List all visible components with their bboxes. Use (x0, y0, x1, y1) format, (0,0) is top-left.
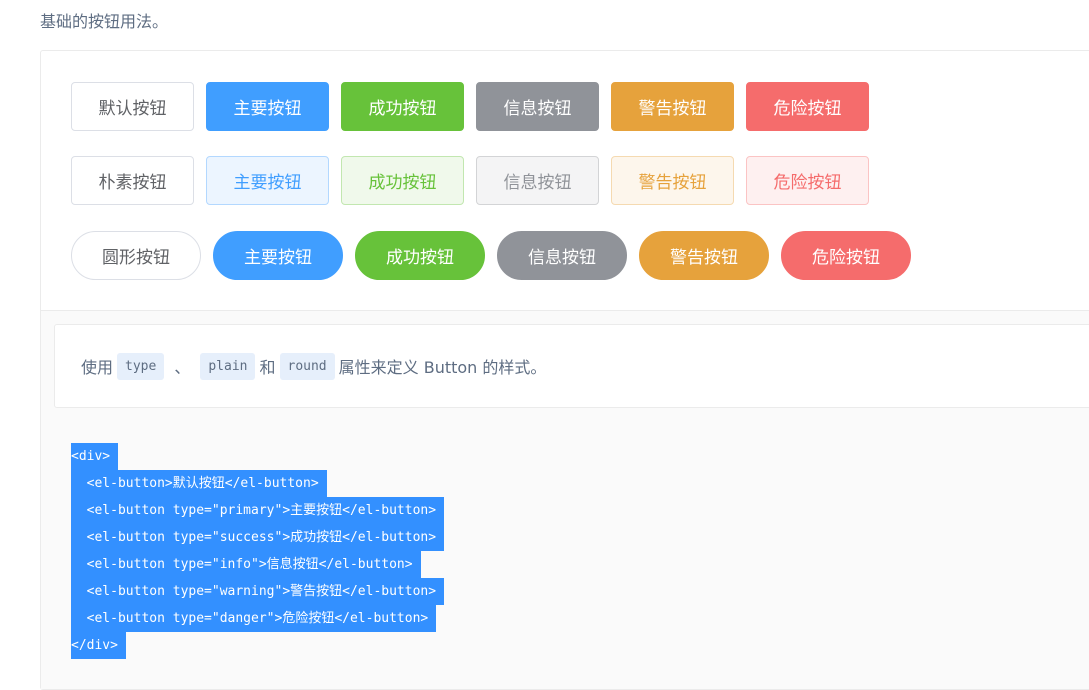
plain-button-row: 朴素按钮 主要按钮 成功按钮 信息按钮 警告按钮 危险按钮 (71, 156, 869, 205)
round-warning-button[interactable]: 警告按钮 (639, 231, 769, 280)
warning-button[interactable]: 警告按钮 (611, 82, 734, 131)
plain-danger-button[interactable]: 危险按钮 (746, 156, 869, 205)
code-line: <el-button type="warning">警告按钮</el-butto… (71, 578, 445, 605)
code-block[interactable]: <div> <el-button>默认按钮</el-button> <el-bu… (71, 443, 445, 659)
description-and: 和 (259, 358, 276, 377)
round-info-button[interactable]: 信息按钮 (497, 231, 627, 280)
round-default-button[interactable]: 圆形按钮 (71, 231, 201, 280)
code-line: <el-button type="success">成功按钮</el-butto… (71, 524, 445, 551)
primary-button[interactable]: 主要按钮 (206, 82, 329, 131)
plain-primary-button[interactable]: 主要按钮 (206, 156, 329, 205)
plain-info-button[interactable]: 信息按钮 (476, 156, 599, 205)
code-line: <div> (71, 443, 119, 470)
description-suffix: 属性来定义 Button 的样式。 (338, 358, 547, 377)
code-round: round (279, 352, 335, 380)
plain-success-button[interactable]: 成功按钮 (341, 156, 464, 205)
plain-default-button[interactable]: 朴素按钮 (71, 156, 194, 205)
demo-source: 默认按钮 主要按钮 成功按钮 信息按钮 警告按钮 危险按钮 朴素按钮 主要按钮 … (41, 51, 1089, 311)
code-line: <el-button>默认按钮</el-button> (71, 470, 327, 497)
code-line: <el-button type="info">信息按钮</el-button> (71, 551, 421, 578)
code-line: </div> (71, 632, 126, 659)
code-line: <el-button type="danger">危险按钮</el-button… (71, 605, 437, 632)
description-separator: 、 (174, 358, 191, 377)
plain-warning-button[interactable]: 警告按钮 (611, 156, 734, 205)
code-plain: plain (200, 352, 256, 380)
round-success-button[interactable]: 成功按钮 (355, 231, 485, 280)
round-primary-button[interactable]: 主要按钮 (213, 231, 343, 280)
success-button[interactable]: 成功按钮 (341, 82, 464, 131)
description-box: 使用 type 、 plain 和 round 属性来定义 Button 的样式… (54, 324, 1089, 408)
code-type: type (117, 352, 165, 380)
default-button-row: 默认按钮 主要按钮 成功按钮 信息按钮 警告按钮 危险按钮 (71, 82, 869, 131)
demo-block: 默认按钮 主要按钮 成功按钮 信息按钮 警告按钮 危险按钮 朴素按钮 主要按钮 … (40, 50, 1089, 690)
code-line: <el-button type="primary">主要按钮</el-butto… (71, 497, 445, 524)
default-button[interactable]: 默认按钮 (71, 82, 194, 131)
info-button[interactable]: 信息按钮 (476, 82, 599, 131)
round-danger-button[interactable]: 危险按钮 (781, 231, 911, 280)
danger-button[interactable]: 危险按钮 (746, 82, 869, 131)
intro-text: 基础的按钮用法。 (40, 12, 169, 31)
description-prefix: 使用 (81, 358, 114, 377)
demo-meta: 使用 type 、 plain 和 round 属性来定义 Button 的样式… (41, 311, 1089, 689)
round-button-row: 圆形按钮 主要按钮 成功按钮 信息按钮 警告按钮 危险按钮 (71, 231, 911, 280)
